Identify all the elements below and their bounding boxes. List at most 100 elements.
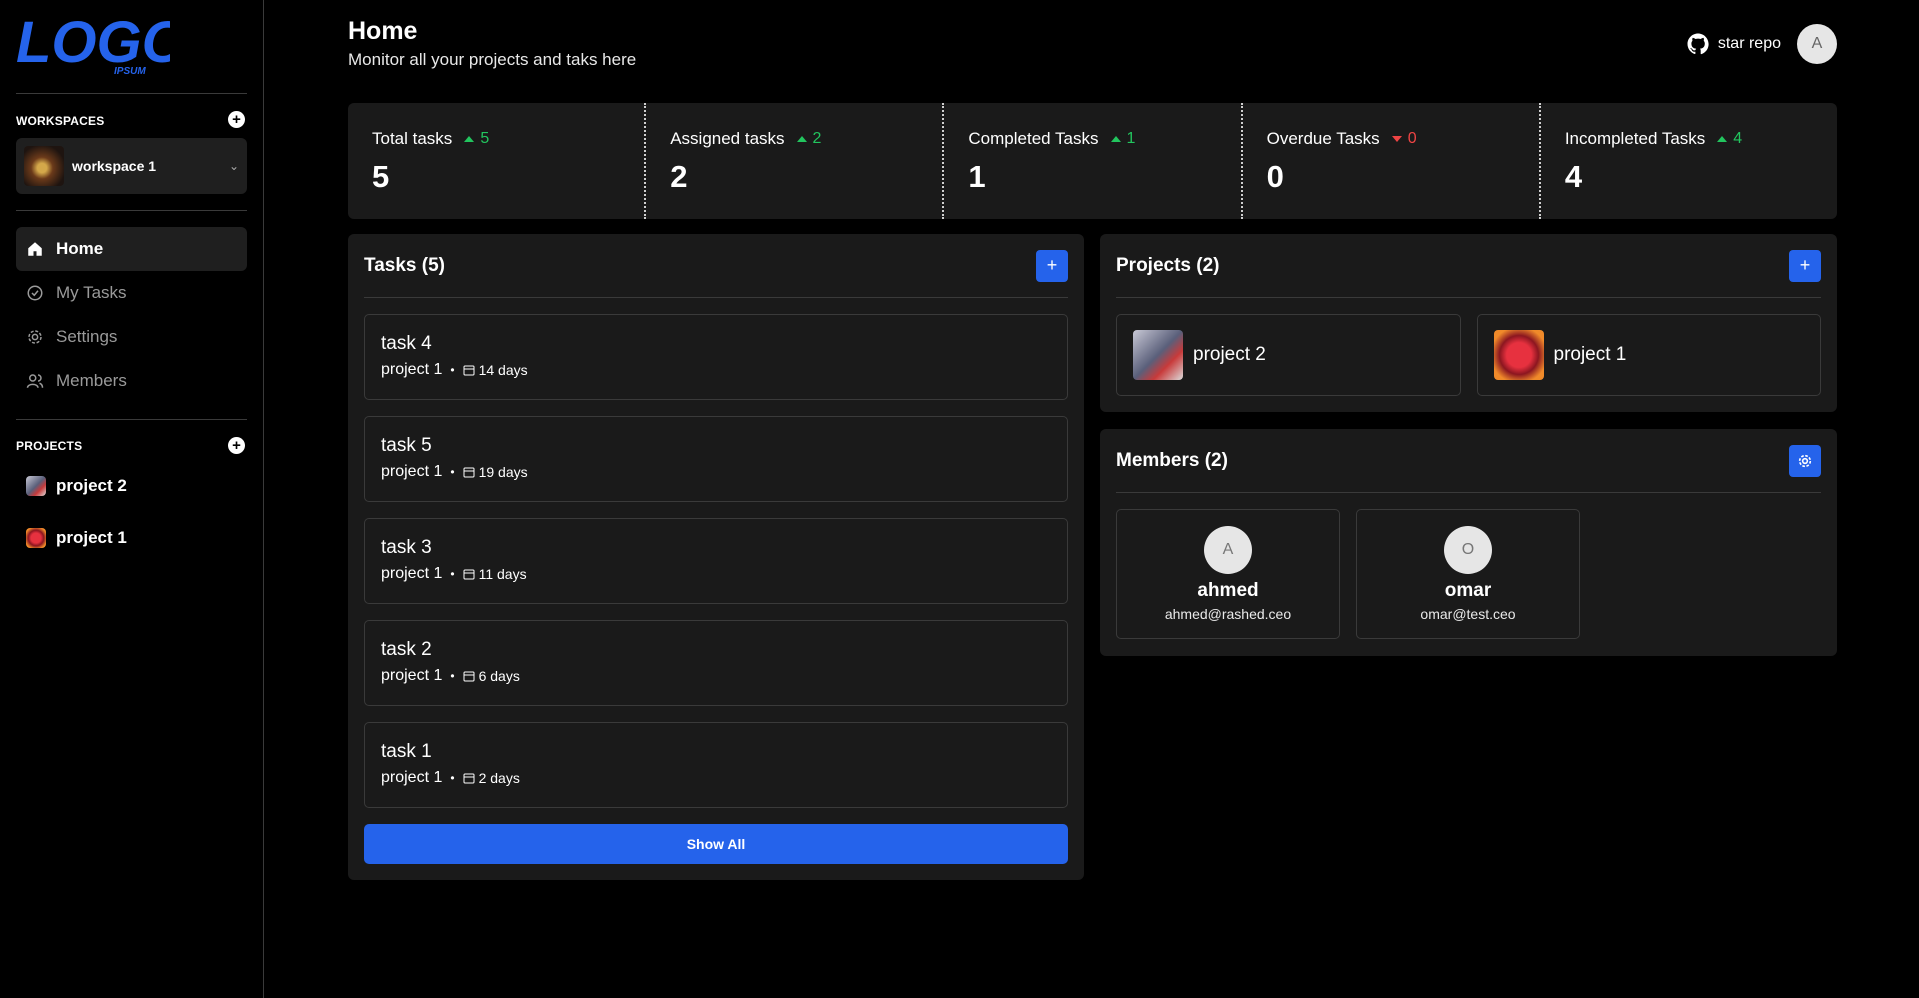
member-avatar: A	[1204, 526, 1252, 574]
calendar-icon	[463, 365, 475, 376]
members-settings-button[interactable]	[1789, 444, 1821, 477]
sidebar-item-members[interactable]: Members	[16, 359, 247, 403]
projects-panel: Projects (2) + project 2 project 1	[1100, 234, 1837, 412]
project-card[interactable]: project 1	[1476, 314, 1821, 396]
projects-label: PROJECTS	[16, 439, 83, 453]
sidebar-item-label: project 1	[56, 528, 127, 547]
workspace-avatar	[24, 146, 64, 186]
stat-label: Incompleted Tasks	[1564, 129, 1706, 148]
stat-completed-tasks: Completed Tasks 1 1	[942, 103, 1240, 219]
star-repo-label: star repo	[1717, 35, 1781, 52]
tasks-panel: Tasks (5) + task 4 project 1 • 14 days ta…	[348, 234, 1084, 880]
project-cards: project 2 project 1	[1116, 314, 1821, 396]
project-card[interactable]: project 2	[1116, 314, 1461, 396]
stat-overdue-tasks: Overdue Tasks 0 0	[1240, 103, 1539, 219]
home-icon	[28, 242, 42, 256]
divider	[16, 93, 247, 94]
project-name: project 1	[1553, 344, 1627, 365]
stat-label: Total tasks	[372, 129, 453, 148]
separator-dot: •	[450, 567, 455, 581]
member-name: omar	[1444, 580, 1492, 601]
sidebar-item-project-1[interactable]: project 1	[16, 512, 247, 564]
add-project-button[interactable]: +	[228, 437, 245, 454]
plus-icon: +	[1799, 255, 1811, 275]
stat-trend: 5	[464, 130, 489, 148]
stat-value: 5	[372, 159, 390, 194]
task-project: project 1	[381, 667, 443, 684]
calendar-icon	[463, 467, 475, 478]
check-circle-icon	[27, 285, 43, 301]
task-project: project 1	[381, 463, 443, 480]
member-email: omar@test.ceo	[1420, 606, 1516, 622]
stat-assigned-tasks: Assigned tasks 2 2	[644, 103, 942, 219]
task-title: task 4	[381, 333, 432, 354]
task-card[interactable]: task 1 project 1 • 2 days	[364, 722, 1068, 808]
task-title: task 3	[381, 537, 432, 558]
members-panel-title: Members (2)	[1116, 449, 1228, 471]
sidebar-item-label: project 2	[56, 476, 127, 495]
calendar-icon	[463, 671, 475, 682]
separator-dot: •	[450, 771, 455, 785]
divider	[16, 419, 247, 420]
logo-text: LOGO	[16, 14, 170, 75]
add-workspace-button[interactable]: +	[228, 111, 245, 128]
plus-icon: +	[1046, 255, 1058, 275]
stat-incompleted-tasks: Incompleted Tasks 4 4	[1538, 103, 1837, 219]
star-repo-link[interactable]: star repo	[1686, 32, 1781, 56]
trend-up-icon	[1110, 136, 1121, 142]
members-panel-header: Members (2)	[1116, 429, 1821, 493]
sidebar-nav: Home My Tasks Settings Members	[16, 227, 247, 403]
tasks-panel-header: Tasks (5) +	[364, 234, 1068, 298]
project-name: project 2	[1193, 344, 1266, 365]
sidebar-item-settings[interactable]: Settings	[16, 315, 247, 359]
add-project-button[interactable]: +	[1789, 249, 1821, 282]
workspace-name: workspace 1	[72, 158, 157, 174]
logo-subtext: IPSUM	[114, 66, 146, 77]
stats-bar: Total tasks 5 5 Assigned tasks 2 2 Compl…	[348, 103, 1837, 219]
task-card[interactable]: task 4 project 1 • 14 days	[364, 314, 1068, 400]
stat-change: 0	[1407, 130, 1417, 147]
gear-icon	[28, 330, 42, 344]
github-icon	[1687, 33, 1709, 55]
users-icon	[26, 374, 44, 388]
sidebar-project-list: project 2 project 1	[16, 460, 247, 564]
member-card[interactable]: A ahmed ahmed@rashed.ceo	[1116, 509, 1340, 639]
projects-panel-header: Projects (2) +	[1116, 234, 1821, 298]
calendar-icon	[463, 569, 475, 580]
stat-value: 1	[968, 159, 986, 194]
stat-value: 0	[1266, 159, 1284, 194]
members-panel: Members (2) A ahmed ahmed@rashed.ceo O o…	[1100, 429, 1837, 656]
sidebar-item-project-2[interactable]: project 2	[16, 460, 247, 512]
trend-down-icon	[1391, 136, 1402, 142]
task-title: task 1	[381, 741, 432, 762]
task-card[interactable]: task 2 project 1 • 6 days	[364, 620, 1068, 706]
logo[interactable]: LOGO IPSUM	[14, 14, 170, 78]
task-card[interactable]: task 5 project 1 • 19 days	[364, 416, 1068, 502]
projects-panel-title: Projects (2)	[1116, 254, 1220, 276]
task-title: task 5	[381, 435, 432, 456]
user-avatar[interactable]: A	[1797, 24, 1837, 64]
member-card[interactable]: O omar omar@test.ceo	[1356, 509, 1580, 639]
separator-dot: •	[450, 465, 455, 479]
calendar-icon	[463, 773, 475, 784]
sidebar-item-home[interactable]: Home	[16, 227, 247, 271]
workspaces-label: WORKSPACES	[16, 114, 105, 128]
task-card[interactable]: task 3 project 1 • 11 days	[364, 518, 1068, 604]
trend-up-icon	[464, 136, 475, 142]
member-avatar: O	[1444, 526, 1492, 574]
show-all-button[interactable]: Show All	[364, 824, 1068, 864]
stat-change: 5	[480, 130, 490, 147]
add-task-button[interactable]: +	[1036, 249, 1068, 282]
workspace-select[interactable]: workspace 1 ⌄	[16, 138, 247, 194]
stat-label: Overdue Tasks	[1266, 129, 1380, 148]
trend-up-icon	[796, 136, 807, 142]
divider	[16, 210, 247, 211]
stat-value: 4	[1564, 159, 1583, 194]
tasks-panel-title: Tasks (5)	[364, 254, 445, 276]
sidebar: LOGO IPSUM WORKSPACES + workspace 1 ⌄ Ho…	[0, 0, 264, 998]
sidebar-item-label: Settings	[56, 327, 118, 346]
separator-dot: •	[450, 669, 455, 683]
member-email: ahmed@rashed.ceo	[1164, 606, 1292, 622]
sidebar-item-my-tasks[interactable]: My Tasks	[16, 271, 247, 315]
trend-up-icon	[1717, 136, 1728, 142]
